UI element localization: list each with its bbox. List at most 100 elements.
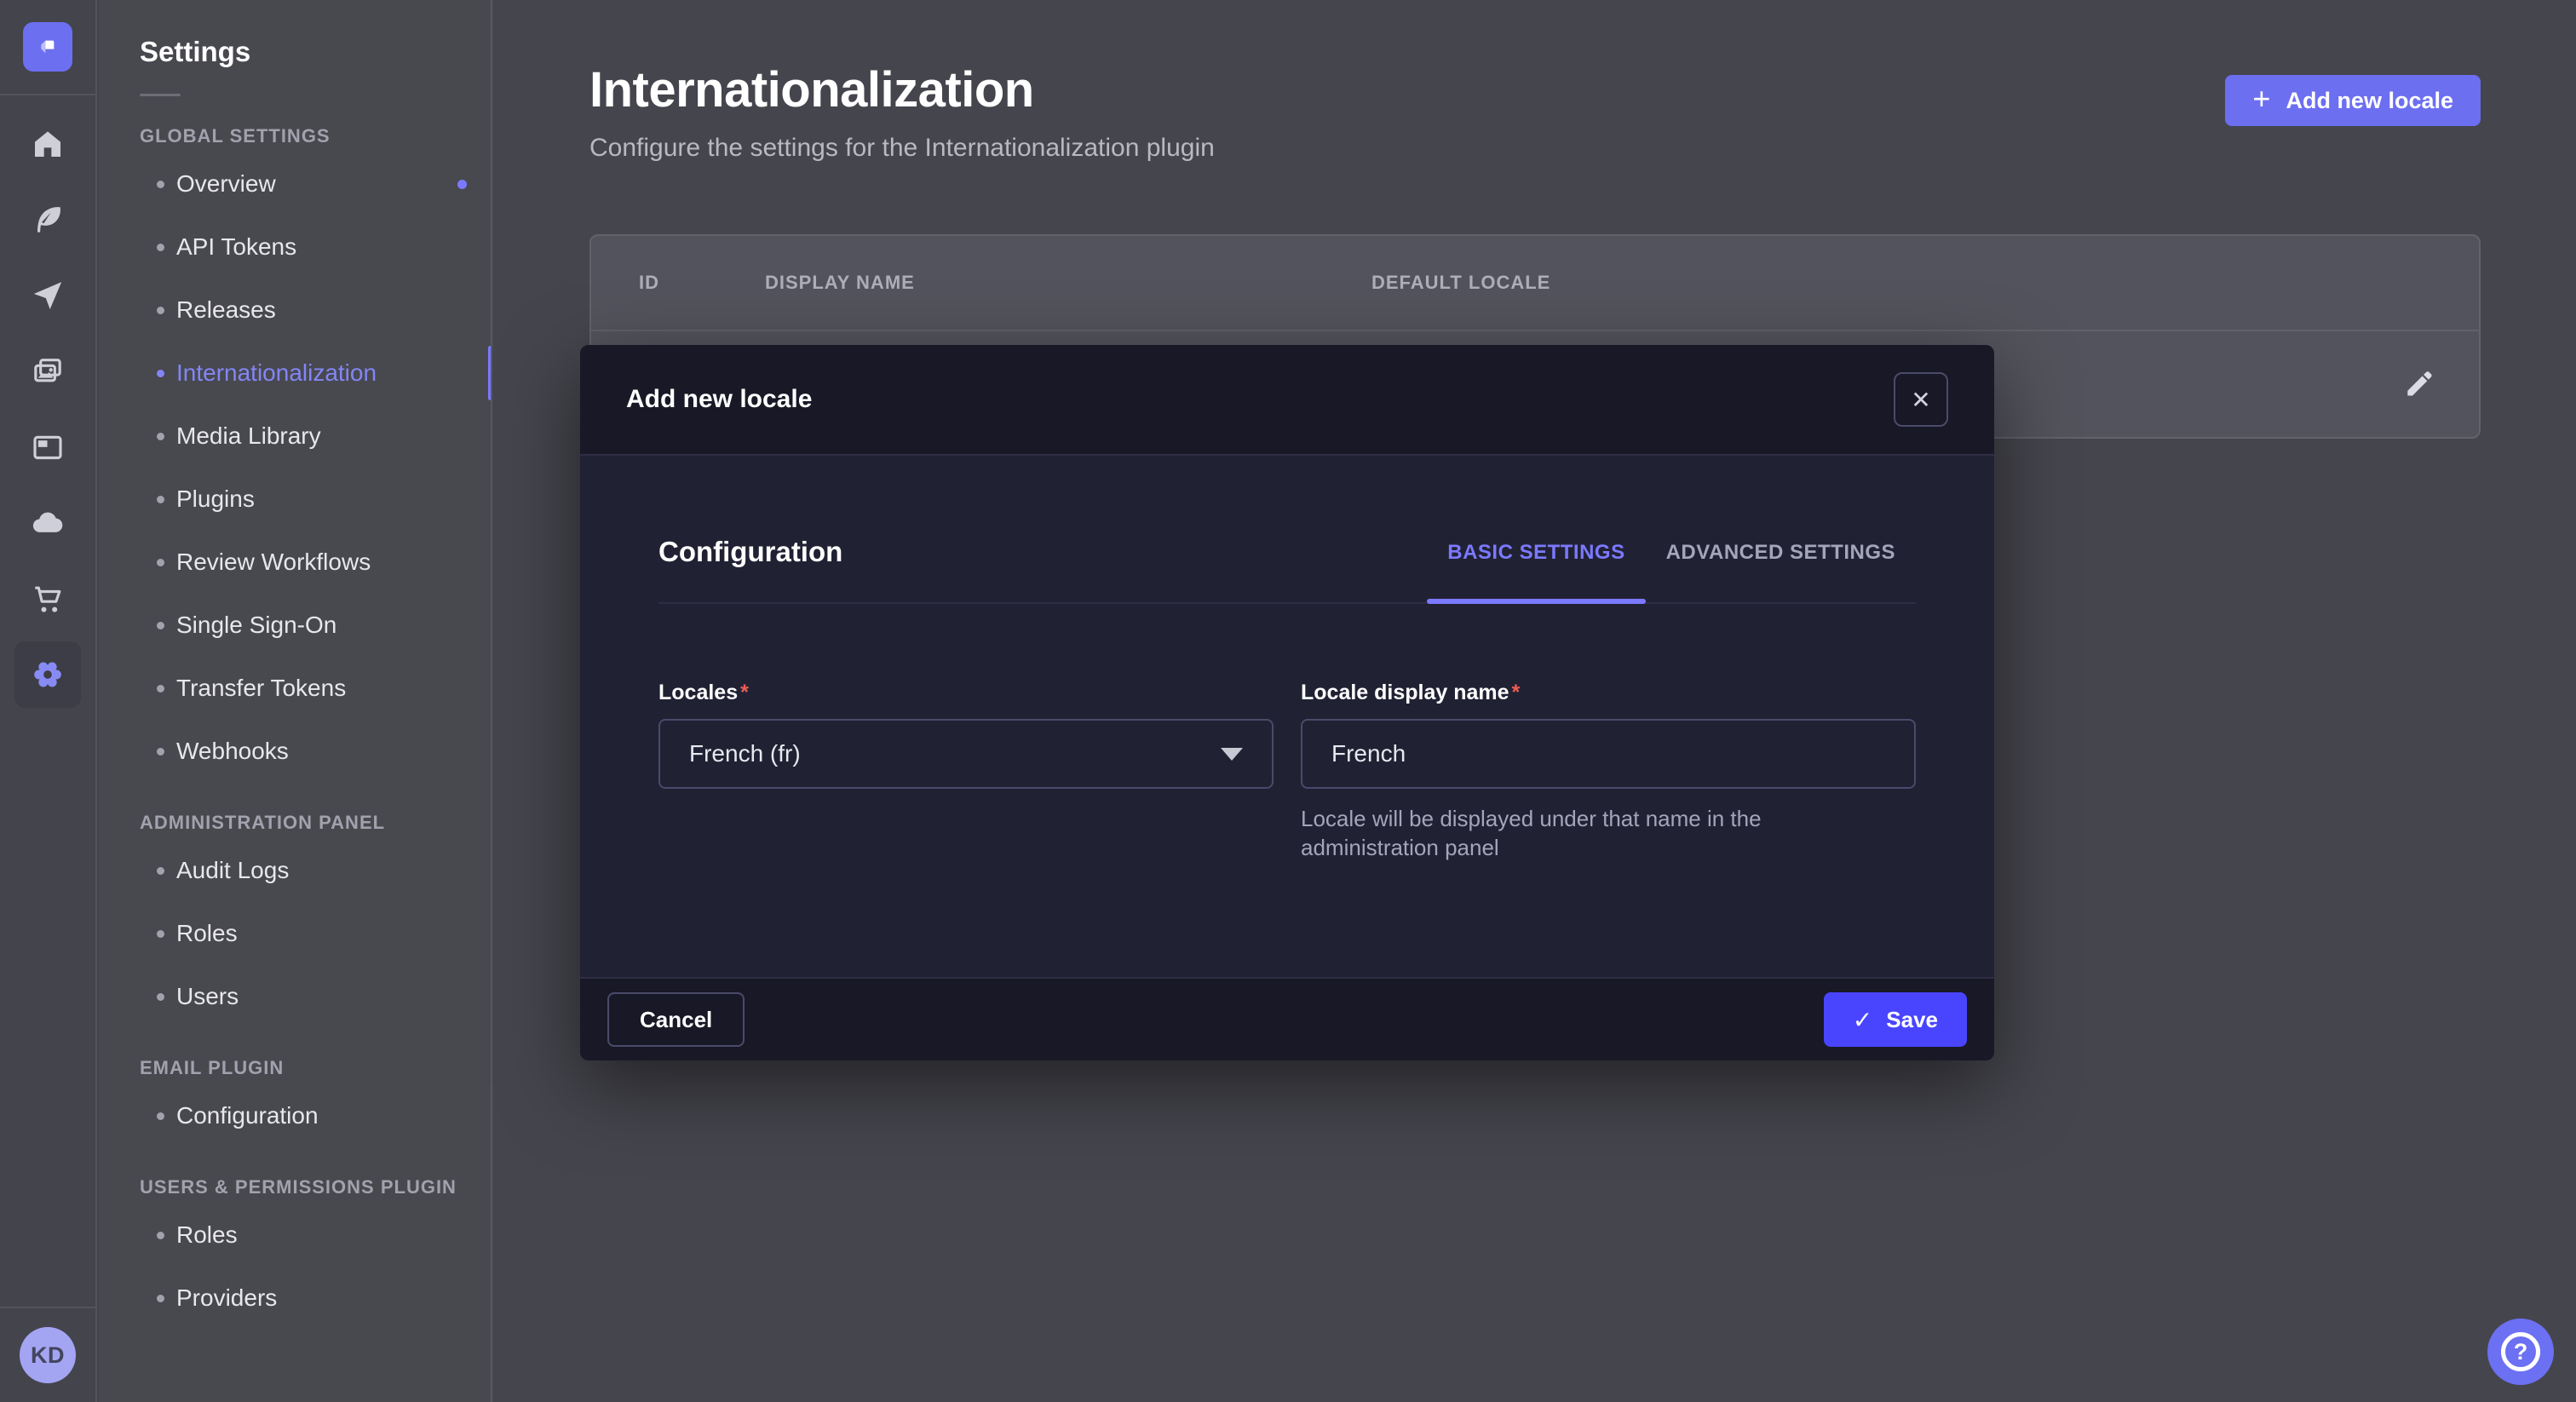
sidebar-item-api-tokens[interactable]: API Tokens (99, 215, 491, 279)
question-mark-icon: ? (2501, 1332, 2540, 1371)
avatar-zone: KD (0, 1307, 95, 1402)
nav-section-label-global-settings: GLOBAL SETTINGS (140, 125, 491, 147)
locales-field: Locales* French (fr) (658, 681, 1274, 863)
cloud-tile (14, 490, 81, 556)
sidebar-item-providers[interactable]: Providers (99, 1267, 491, 1330)
sidebar-item-label: Providers (176, 1284, 277, 1312)
sidebar-item-review-workflows[interactable]: Review Workflows (99, 531, 491, 594)
main-nav-rail: KD (0, 0, 97, 1402)
sidebar-item-users[interactable]: Users (99, 965, 491, 1028)
sidebar-item-label: Roles (176, 920, 238, 947)
home-icon (31, 127, 65, 161)
notification-dot (457, 180, 467, 189)
sidebar-item-media-library[interactable]: Media Library (99, 405, 491, 468)
locales-select-value: French (fr) (689, 740, 801, 767)
cart-icon (31, 582, 65, 616)
pencil-icon (2402, 368, 2435, 400)
bullet-icon (157, 559, 164, 566)
close-modal-button[interactable]: ✕ (1894, 372, 1948, 427)
rail-divider (0, 94, 95, 95)
required-marker: * (740, 681, 749, 704)
bullet-icon (157, 930, 164, 938)
page-header: Internationalization Configure the setti… (589, 61, 2481, 163)
sidebar-item-releases[interactable]: Releases (99, 279, 491, 342)
gear-icon (31, 658, 65, 692)
layout-icon (31, 430, 65, 464)
sidebar-item-plugins[interactable]: Plugins (99, 468, 491, 531)
avatar[interactable]: KD (20, 1327, 76, 1383)
strapi-logo-icon (34, 33, 61, 60)
bullet-icon (157, 1295, 164, 1302)
strapi-logo[interactable] (23, 22, 72, 72)
rail-item-layout[interactable] (0, 409, 95, 485)
display-name-hint: Locale will be displayed under that name… (1301, 804, 1897, 863)
edit-locale-button[interactable] (2402, 368, 2435, 400)
page-title: Internationalization (589, 61, 1215, 118)
gear-tile (14, 641, 81, 708)
sidebar-item-transfer-tokens[interactable]: Transfer Tokens (99, 657, 491, 720)
rail-item-home[interactable] (0, 106, 95, 181)
configuration-title: Configuration (658, 536, 842, 602)
media-icon (31, 354, 65, 388)
chevron-down-icon (1221, 748, 1243, 761)
subnav-title: Settings (140, 36, 491, 68)
feather-tile (14, 187, 81, 253)
display-name-input[interactable] (1301, 719, 1916, 789)
tab-advanced-settings[interactable]: ADVANCED SETTINGS (1646, 541, 1916, 602)
home-tile (14, 111, 81, 177)
bullet-icon (157, 433, 164, 440)
modal-footer: Cancel ✓ Save (580, 977, 1994, 1060)
column-header-display-name: DISPLAY NAME (765, 272, 1371, 294)
nav-section-label-administration-panel: ADMINISTRATION PANEL (140, 812, 491, 834)
sidebar-item-roles[interactable]: Roles (99, 1204, 491, 1267)
sidebar-item-label: Webhooks (176, 738, 289, 765)
settings-subnav: Settings GLOBAL SETTINGS Overview API Toke… (99, 0, 492, 1402)
sidebar-item-audit-logs[interactable]: Audit Logs (99, 839, 491, 902)
tab-basic-settings[interactable]: BASIC SETTINGS (1427, 541, 1645, 602)
plus-icon: + (2252, 83, 2270, 114)
page-subtitle: Configure the settings for the Internati… (589, 134, 1215, 163)
cancel-button[interactable]: Cancel (607, 992, 745, 1047)
sidebar-item-roles[interactable]: Roles (99, 902, 491, 965)
modal-tabs: BASIC SETTINGSADVANCED SETTINGS (1427, 541, 1916, 602)
display-name-field: Locale display name* Locale will be disp… (1301, 681, 1916, 863)
add-new-locale-button[interactable]: + Add new locale (2225, 75, 2481, 126)
check-icon: ✓ (1853, 1006, 1872, 1034)
sidebar-item-internationalization[interactable]: Internationalization (99, 342, 491, 405)
rail-item-gear[interactable] (0, 636, 95, 712)
layout-tile (14, 414, 81, 480)
bullet-icon (157, 244, 164, 251)
locales-label-text: Locales (658, 681, 738, 704)
modal-header: Add new locale ✕ (580, 345, 1994, 456)
nav-section-label-email-plugin: EMAIL PLUGIN (140, 1057, 491, 1079)
sidebar-item-label: Internationalization (176, 359, 377, 387)
sidebar-item-single-sign-on[interactable]: Single Sign-On (99, 594, 491, 657)
rail-item-media[interactable] (0, 333, 95, 409)
help-button[interactable]: ? (2487, 1319, 2554, 1385)
bullet-icon (157, 1112, 164, 1120)
feather-icon (31, 203, 65, 237)
close-icon: ✕ (1911, 386, 1930, 414)
column-header-id: ID (639, 272, 765, 294)
cloud-icon (31, 506, 65, 540)
sidebar-item-label: Transfer Tokens (176, 675, 346, 702)
add-new-locale-label: Add new locale (2286, 88, 2453, 114)
bullet-icon (157, 307, 164, 314)
sidebar-item-configuration[interactable]: Configuration (99, 1084, 491, 1147)
rail-item-feather[interactable] (0, 181, 95, 257)
fields-row: Locales* French (fr) Locale display name… (658, 681, 1916, 863)
sidebar-item-label: API Tokens (176, 233, 296, 261)
rail-item-cloud[interactable] (0, 485, 95, 560)
sidebar-item-label: Roles (176, 1221, 238, 1249)
locales-select[interactable]: French (fr) (658, 719, 1274, 789)
save-button[interactable]: ✓ Save (1824, 992, 1967, 1047)
cart-tile (14, 566, 81, 632)
rail-item-cart[interactable] (0, 560, 95, 636)
locales-table-header: IDDISPLAY NAMEDEFAULT LOCALE (591, 236, 2479, 331)
nav-section-label-users-permissions-plugin: USERS & PERMISSIONS PLUGIN (140, 1176, 491, 1198)
rail-item-paper-plane[interactable] (0, 257, 95, 333)
bullet-icon (157, 181, 164, 188)
required-marker: * (1512, 681, 1521, 704)
sidebar-item-webhooks[interactable]: Webhooks (99, 720, 491, 783)
sidebar-item-overview[interactable]: Overview (99, 152, 491, 215)
